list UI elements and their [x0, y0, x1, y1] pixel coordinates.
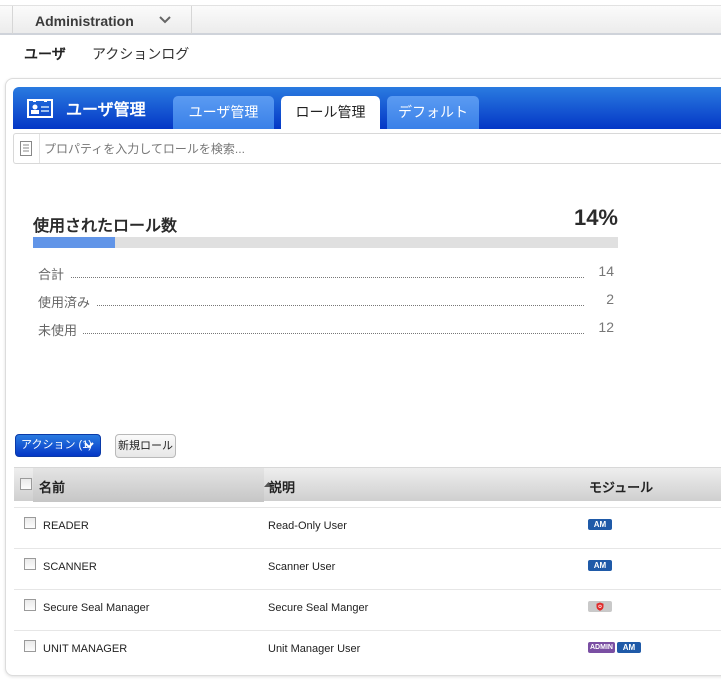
module-badge-secure-seal	[588, 601, 612, 612]
role-description: Read-Only User	[268, 520, 347, 532]
module-badges	[588, 601, 612, 612]
module-badges: AM	[588, 519, 612, 530]
role-name[interactable]: Secure Seal Manager	[43, 602, 149, 614]
stat-label: 合計	[38, 264, 71, 283]
stat-value: 2	[606, 291, 614, 307]
stat-label: 使用済み	[38, 292, 97, 311]
row-checkbox[interactable]	[24, 640, 36, 652]
administration-menu[interactable]: Administration	[13, 6, 192, 34]
dotted-leader	[38, 333, 584, 334]
module-badge-am: AM	[588, 560, 612, 571]
actions-dropdown-button[interactable]: アクション (1)	[15, 434, 101, 457]
subnav-item-users[interactable]: ユーザ	[24, 44, 66, 64]
table-row[interactable]: SCANNER Scanner User AM	[14, 548, 721, 589]
row-checkbox[interactable]	[24, 558, 36, 570]
module-badge-admin: ADMIN	[588, 642, 615, 653]
administration-menu-label: Administration	[35, 13, 134, 29]
table-row[interactable]: Secure Seal Manager Secure Seal Manger	[14, 589, 721, 630]
document-list-icon	[20, 141, 32, 156]
user-management-panel: ユーザ管理 ユーザ管理 ロール管理 デフォルト 使用されたロール数 14% 合計…	[5, 78, 721, 676]
user-card-icon	[27, 99, 53, 118]
module-badges: AM	[588, 560, 612, 571]
module-badges: ADMIN AM	[588, 642, 641, 653]
chevron-down-icon	[84, 442, 94, 449]
stat-value: 14	[598, 263, 614, 279]
panel-header: ユーザ管理 ユーザ管理 ロール管理 デフォルト	[13, 87, 721, 129]
stat-row-used: 使用済み 2	[38, 291, 614, 311]
module-badge-am: AM	[588, 519, 612, 530]
stat-label: 未使用	[38, 320, 84, 339]
row-checkbox[interactable]	[24, 599, 36, 611]
role-description: Secure Seal Manger	[268, 602, 369, 614]
tab-default[interactable]: デフォルト	[387, 96, 479, 129]
new-role-button[interactable]: 新規ロール	[115, 434, 176, 458]
role-search-bar	[13, 133, 721, 164]
select-all-checkbox[interactable]	[20, 478, 32, 490]
tab-user-management[interactable]: ユーザ管理	[173, 96, 274, 129]
role-search-input[interactable]	[44, 138, 444, 159]
role-name[interactable]: SCANNER	[43, 561, 97, 573]
dotted-leader	[38, 305, 584, 306]
roles-used-percent: 14%	[573, 205, 618, 230]
column-header-name[interactable]: 名前	[33, 468, 273, 502]
column-header-module[interactable]: モジュール	[589, 477, 653, 496]
progress-fill	[33, 237, 115, 248]
dotted-leader	[38, 277, 584, 278]
role-description: Scanner User	[268, 561, 336, 573]
actions-button-label: アクション (1)	[21, 439, 92, 451]
roles-used-title: 使用されたロール数	[33, 218, 178, 235]
chevron-down-icon	[159, 16, 171, 24]
table-row[interactable]: UNIT MANAGER Unit Manager User ADMIN AM	[14, 630, 721, 671]
column-header-name-label: 名前	[39, 480, 66, 495]
row-checkbox[interactable]	[24, 517, 36, 529]
panel-title: ユーザ管理	[66, 102, 146, 119]
column-header-description[interactable]: 説明	[269, 477, 295, 496]
secure-seal-icon	[596, 602, 604, 611]
role-name[interactable]: UNIT MANAGER	[43, 643, 127, 655]
role-description: Unit Manager User	[268, 643, 361, 655]
roles-used-progress-bar	[33, 237, 618, 248]
role-name[interactable]: READER	[43, 520, 89, 532]
module-badge-am: AM	[616, 642, 641, 653]
top-nav-bar: Administration	[0, 5, 721, 35]
stat-value: 12	[598, 319, 614, 335]
stat-row-unused: 未使用 12	[38, 319, 614, 339]
subnav-item-action-log[interactable]: アクションログ	[92, 44, 189, 64]
stat-row-total: 合計 14	[38, 263, 614, 283]
table-row[interactable]: READER Read-Only User AM	[14, 507, 721, 548]
search-filter-button[interactable]	[14, 134, 40, 163]
tab-role-management[interactable]: ロール管理	[281, 96, 380, 129]
table-header: 名前 説明 モジュール	[14, 467, 721, 502]
